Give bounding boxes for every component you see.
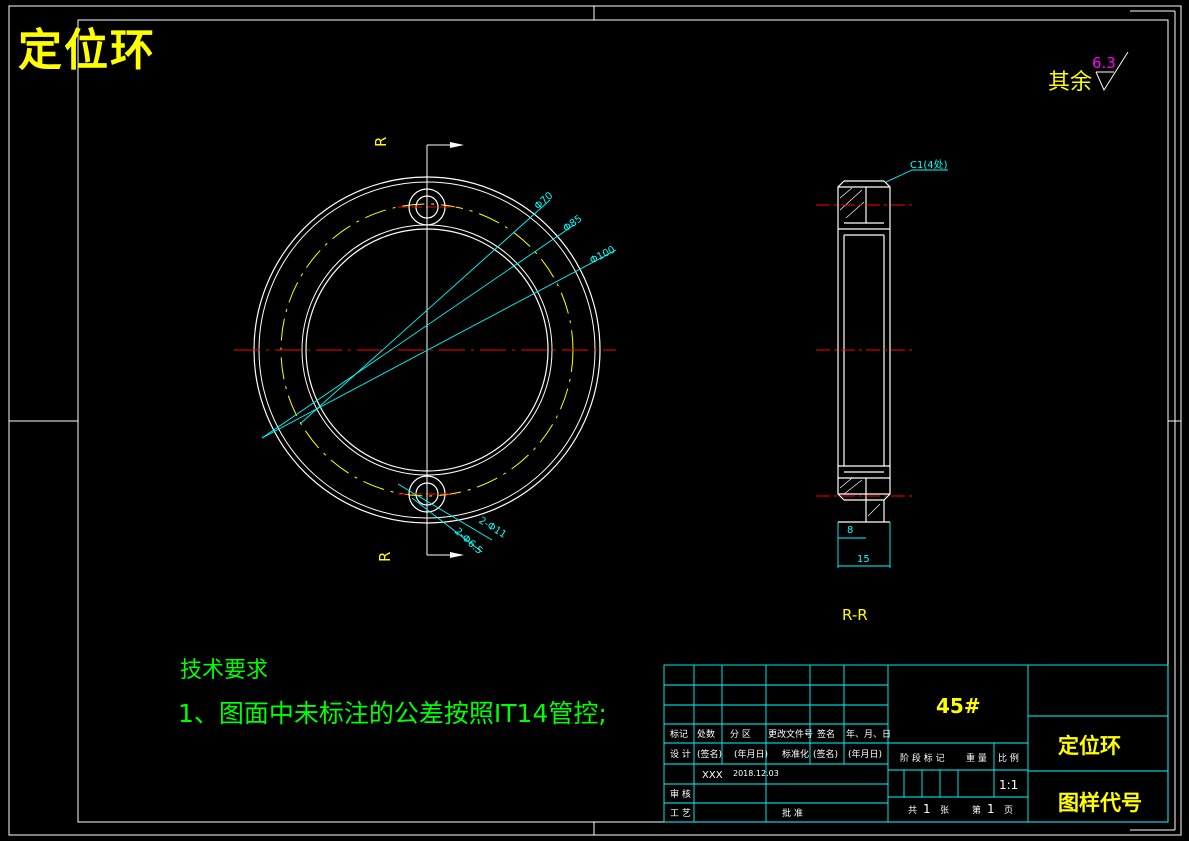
tech-requirement-item: 1、图面中未标注的公差按照IT14管控; [178,699,607,728]
dim-d100: Φ100 [588,244,617,266]
tech-requirements-title: 技术要求 [180,658,269,683]
page-label: 第 [972,804,981,816]
label-signature: 签名 [817,728,835,740]
label-weight: 重 量 [966,752,987,764]
front-view: Φ70 Φ85 Φ100 2-Φ11 2-Φ6.5 R R [234,137,617,562]
label-mark: 标记 [670,728,688,740]
drawing-number-label: 图样代号 [1058,791,1142,815]
dim-15: 15 [857,554,870,565]
label-zone: 分 区 [730,729,751,740]
section-arrowhead-bottom [450,552,464,558]
dim-8: 8 [847,525,853,536]
page-title: 定位环 [18,25,156,76]
roughness-label: 其余 [1048,70,1093,95]
dim-d70: Φ70 [533,190,556,212]
section-arrowhead-top [450,142,464,148]
roughness-value: 6.3 [1092,54,1116,72]
label-change-doc: 更改文件号 [768,728,813,740]
sheets-unit: 张 [940,805,949,816]
sheets-total: 1 [923,802,931,816]
label-standardization: 标准化 [782,748,809,760]
chamfer-note: C1(4处) [910,159,948,171]
label-scale: 比 例 [998,752,1019,764]
label-review: 审 核 [670,788,691,800]
label-date: 年、月、日 [846,728,891,740]
label-process: 工 艺 [670,808,691,819]
sheets-total-label: 共 [908,805,917,816]
label-date-1: (年月日) [734,748,768,760]
label-design: 设 计 [670,748,691,760]
section-mark-bottom: R [376,552,394,562]
designer-name: XXX [702,770,723,781]
label-date-2: (年月日) [848,748,882,760]
diameter-dimensions [261,199,617,553]
label-approve: 批 准 [782,807,803,819]
label-sign-1: (签名) [697,748,722,760]
design-date: 2018.12.03 [733,769,779,778]
dim-holes-small: 2-Φ6.5 [452,526,484,557]
page-number: 1 [987,802,995,816]
part-name: 定位环 [1058,734,1121,758]
dim-d85: Φ85 [561,213,584,234]
label-stage: 阶 段 标 记 [900,752,945,764]
label-sign-2: (签名) [813,748,838,760]
material-value: 45# [936,694,981,718]
section-view-label: R-R [842,606,868,624]
label-count: 处数 [697,728,715,740]
page-unit: 页 [1004,805,1013,816]
scale-value: 1:1 [999,778,1018,792]
section-mark-top: R [372,137,390,147]
side-view: 8 15 C1(4处) [816,159,948,568]
dim-holes-large: 2-Φ11 [476,515,508,541]
